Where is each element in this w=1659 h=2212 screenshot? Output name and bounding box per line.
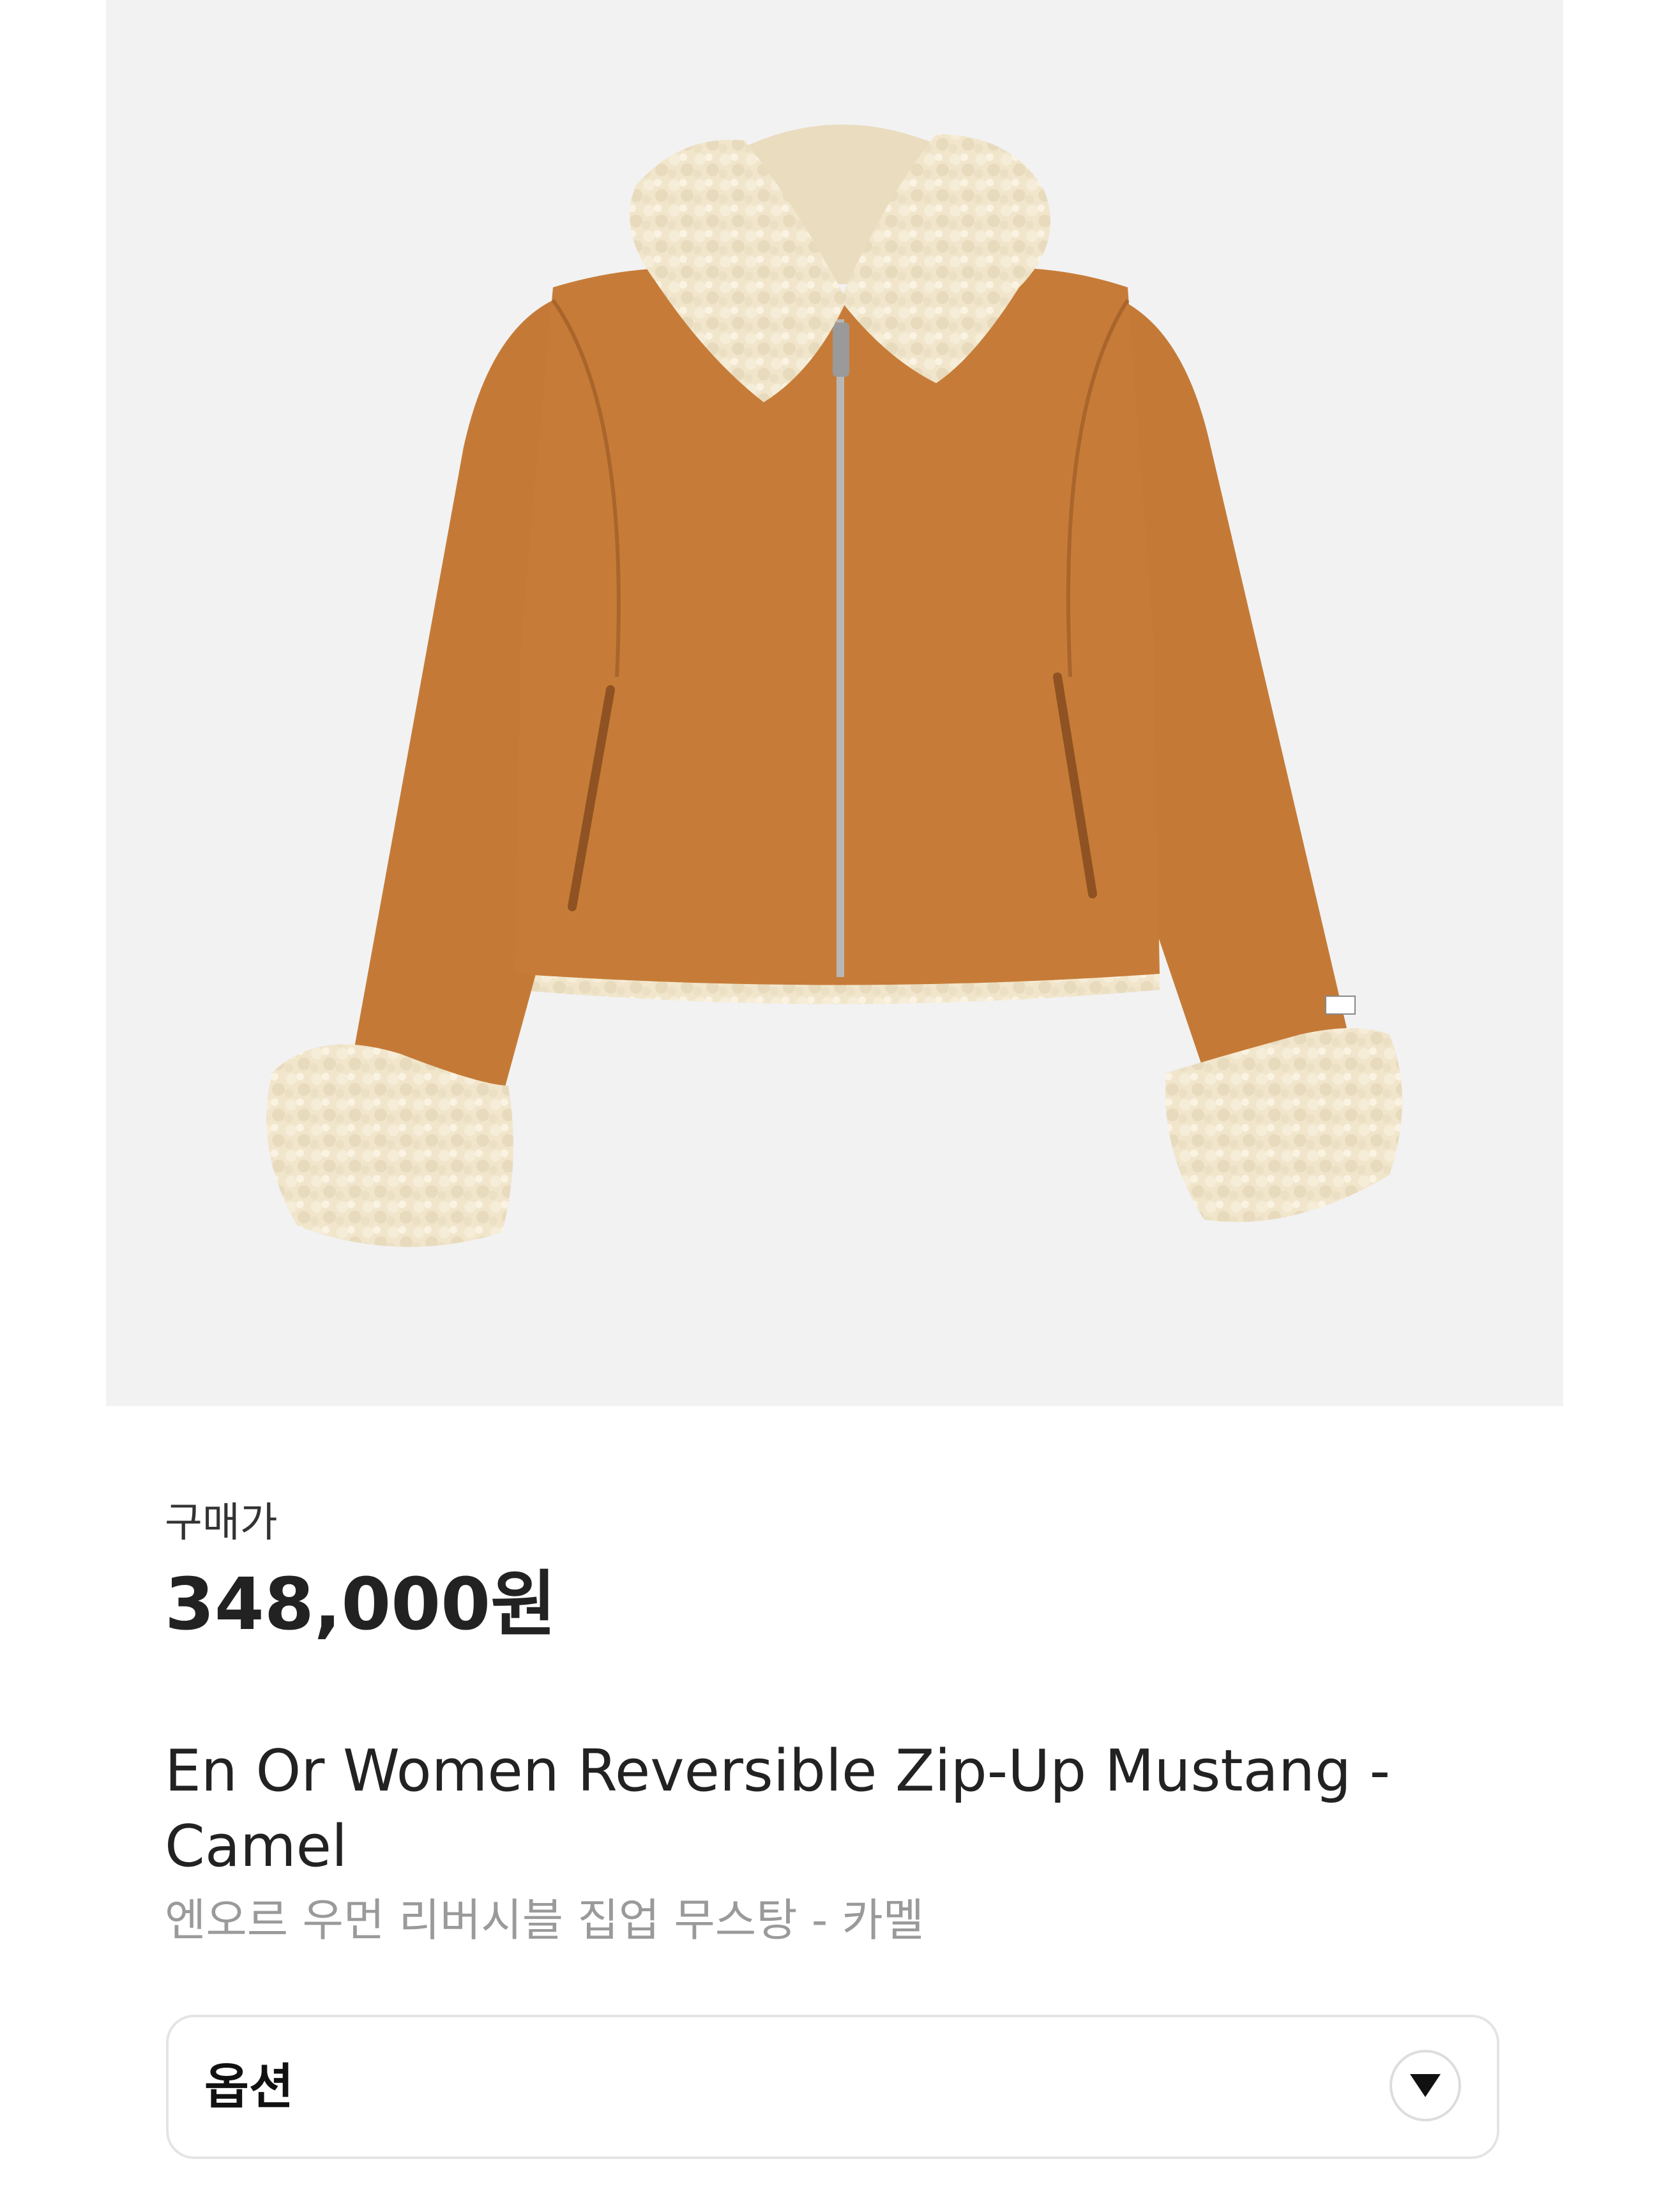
price-label: 구매가 — [165, 1499, 278, 1547]
price-value: 348,000원 — [165, 1563, 557, 1646]
chevron-down-icon[interactable] — [1390, 2050, 1461, 2121]
product-name-korean: 엔오르 우먼 리버시블 집업 무스탕 - 카멜 — [165, 1894, 925, 1946]
product-image[interactable] — [106, 0, 1563, 1406]
product-name-english: En Or Women Reversible Zip-Up Mustang - … — [165, 1738, 1391, 1880]
jacket-illustration — [266, 125, 1402, 1247]
zipper-pull — [833, 322, 849, 377]
sleeve-tag — [1325, 996, 1356, 1015]
option-label: 옵션 — [204, 2058, 294, 2115]
option-select[interactable]: 옵션 — [166, 2015, 1499, 2159]
